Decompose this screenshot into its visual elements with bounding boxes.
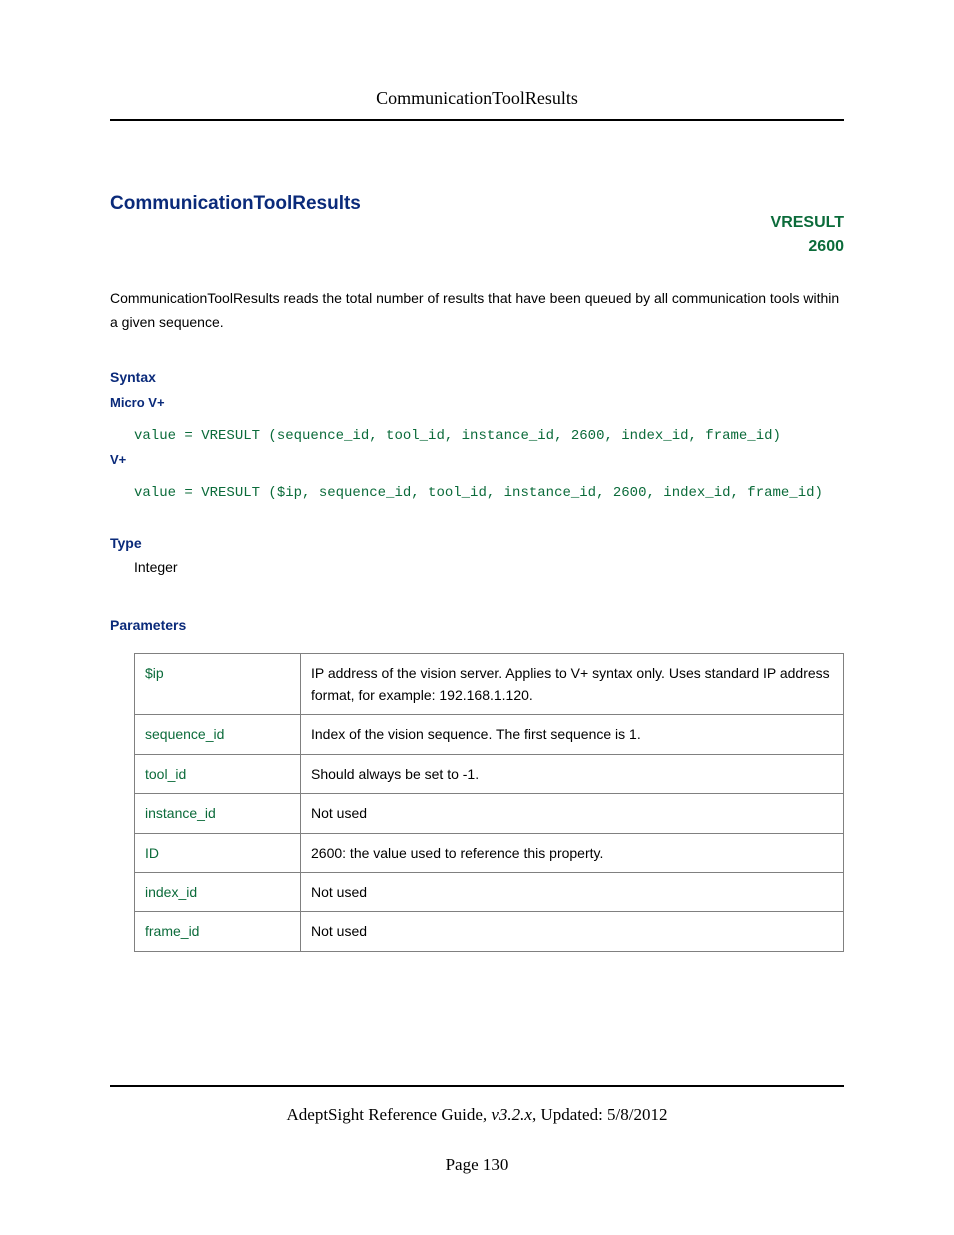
type-value: Integer <box>134 559 844 575</box>
table-row: frame_id Not used <box>135 912 844 951</box>
table-row: tool_id Should always be set to -1. <box>135 754 844 793</box>
vplus-heading: V+ <box>110 452 844 467</box>
syntax-heading: Syntax <box>110 369 844 385</box>
type-heading: Type <box>110 535 844 551</box>
param-name: $ip <box>135 653 301 715</box>
microv-heading: Micro V+ <box>110 395 844 410</box>
vresult-badge: VRESULT 2600 <box>771 211 844 259</box>
footer-text: AdeptSight Reference Guide, v3.2.x, Upda… <box>110 1105 844 1125</box>
page-number: Page 130 <box>110 1155 844 1175</box>
param-desc: Should always be set to -1. <box>301 754 844 793</box>
table-row: index_id Not used <box>135 872 844 911</box>
param-desc: Not used <box>301 912 844 951</box>
footer-guide: AdeptSight Reference Guide <box>287 1105 483 1124</box>
parameters-heading: Parameters <box>110 617 844 633</box>
footer-rule <box>110 1085 844 1087</box>
vresult-label: VRESULT <box>771 211 844 235</box>
table-row: ID 2600: the value used to reference thi… <box>135 833 844 872</box>
param-desc: Not used <box>301 794 844 833</box>
main-title: CommunicationToolResults <box>110 193 844 215</box>
vplus-code: value = VRESULT ($ip, sequence_id, tool_… <box>134 485 844 501</box>
intro-paragraph: CommunicationToolResults reads the total… <box>110 287 844 335</box>
table-row: instance_id Not used <box>135 794 844 833</box>
page-footer: AdeptSight Reference Guide, v3.2.x, Upda… <box>110 1085 844 1175</box>
param-desc: Index of the vision sequence. The first … <box>301 715 844 754</box>
param-name: tool_id <box>135 754 301 793</box>
param-desc: 2600: the value used to reference this p… <box>301 833 844 872</box>
vresult-code: 2600 <box>771 235 844 259</box>
footer-updated: , Updated: 5/8/2012 <box>532 1105 668 1124</box>
param-name: index_id <box>135 872 301 911</box>
param-name: ID <box>135 833 301 872</box>
header-rule <box>110 119 844 121</box>
param-name: sequence_id <box>135 715 301 754</box>
page-header-title: CommunicationToolResults <box>110 0 844 119</box>
parameters-table: $ip IP address of the vision server. App… <box>134 653 844 952</box>
microv-code: value = VRESULT (sequence_id, tool_id, i… <box>134 428 844 444</box>
param-name: instance_id <box>135 794 301 833</box>
table-row: sequence_id Index of the vision sequence… <box>135 715 844 754</box>
param-name: frame_id <box>135 912 301 951</box>
table-row: $ip IP address of the vision server. App… <box>135 653 844 715</box>
param-desc: IP address of the vision server. Applies… <box>301 653 844 715</box>
param-desc: Not used <box>301 872 844 911</box>
footer-version: , v3.2.x <box>483 1105 532 1124</box>
